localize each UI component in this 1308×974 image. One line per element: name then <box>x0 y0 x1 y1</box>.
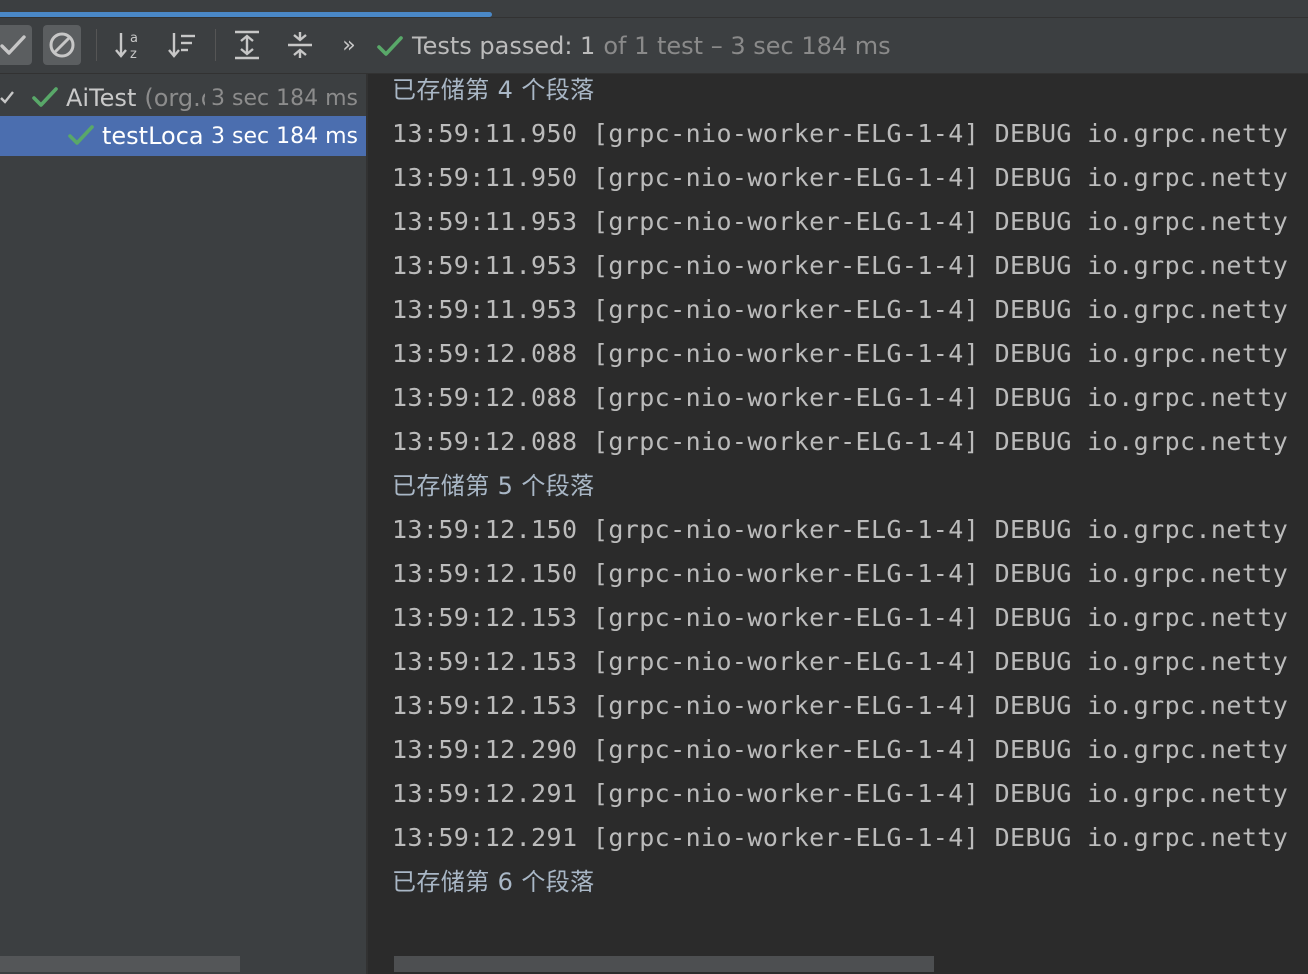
show-ignored-button[interactable] <box>43 25 81 65</box>
svg-text:z: z <box>130 47 137 61</box>
tree-node-method[interactable]: testLocalEr 3 sec 184 ms <box>0 116 366 156</box>
console-line: 13:59:11.950 [grpc-nio-worker-ELG-1-4] D… <box>392 119 1289 148</box>
prohibit-icon <box>49 32 75 58</box>
console-line: 13:59:12.088 [grpc-nio-worker-ELG-1-4] D… <box>392 427 1289 456</box>
test-method-duration: 3 sec 184 ms <box>205 123 358 149</box>
sort-duration-icon <box>168 33 195 58</box>
sort-alphabetically-button[interactable]: a z <box>110 25 148 65</box>
console-output[interactable]: 已存储第 4 个段落 13:59:11.950 [grpc-nio-worker… <box>368 74 1308 974</box>
expanded-check-icon <box>0 91 14 104</box>
show-passed-button[interactable] <box>0 25 32 65</box>
console-line: 已存储第 4 个段落 <box>392 76 595 104</box>
console-line: 13:59:12.150 [grpc-nio-worker-ELG-1-4] D… <box>392 559 1289 588</box>
more-actions-button[interactable]: » <box>330 25 368 65</box>
check-icon <box>0 35 26 55</box>
success-check-icon <box>377 36 403 56</box>
passed-check-icon <box>32 87 58 107</box>
tests-passed-label: Tests passed: 1 <box>412 32 596 60</box>
sort-by-duration-button[interactable] <box>163 25 201 65</box>
svg-text:a: a <box>130 31 138 46</box>
console-line: 13:59:11.953 [grpc-nio-worker-ELG-1-4] D… <box>392 295 1289 324</box>
expand-all-button[interactable] <box>228 25 266 65</box>
sort-alpha-icon: a z <box>115 31 138 61</box>
tree-horizontal-scrollbar[interactable] <box>0 956 240 972</box>
console-line: 13:59:12.153 [grpc-nio-worker-ELG-1-4] D… <box>392 603 1289 632</box>
test-class-name: AiTest <box>66 84 137 112</box>
console-line: 13:59:12.150 [grpc-nio-worker-ELG-1-4] D… <box>392 515 1289 544</box>
tests-summary-label: of 1 test – 3 sec 184 ms <box>603 32 891 60</box>
expand-all-icon <box>235 30 259 60</box>
console-line: 已存储第 6 个段落 <box>392 868 595 896</box>
console-line: 13:59:12.153 [grpc-nio-worker-ELG-1-4] D… <box>392 647 1289 676</box>
tree-node-class[interactable]: AiTest (org.dr 3 sec 184 ms <box>0 78 366 118</box>
console-line: 13:59:12.291 [grpc-nio-worker-ELG-1-4] D… <box>392 779 1289 808</box>
console-line: 已存储第 5 个段落 <box>392 472 595 500</box>
console-line: 13:59:12.088 [grpc-nio-worker-ELG-1-4] D… <box>392 383 1289 412</box>
console-line: 13:59:12.088 [grpc-nio-worker-ELG-1-4] D… <box>392 339 1289 368</box>
chevrons-right-icon: » <box>342 32 356 58</box>
test-runner-toolbar: a z » Tests passed: 1 of 1 test – 3 sec … <box>0 18 1308 74</box>
toolbar-separator <box>96 29 97 61</box>
console-horizontal-scrollbar[interactable] <box>394 956 934 972</box>
console-line: 13:59:12.290 [grpc-nio-worker-ELG-1-4] D… <box>392 735 1289 764</box>
passed-check-icon <box>68 125 94 145</box>
console-line: 13:59:11.953 [grpc-nio-worker-ELG-1-4] D… <box>392 207 1289 236</box>
collapse-all-icon <box>288 32 312 58</box>
test-tree: AiTest (org.dr 3 sec 184 ms testLocalEr 3… <box>0 74 366 974</box>
tool-window-tab-strip <box>0 0 1308 18</box>
console-line: 13:59:11.950 [grpc-nio-worker-ELG-1-4] D… <box>392 163 1289 192</box>
console-line: 13:59:12.291 [grpc-nio-worker-ELG-1-4] D… <box>392 823 1289 852</box>
toolbar-separator <box>215 29 216 61</box>
test-status: Tests passed: 1 of 1 test – 3 sec 184 ms <box>376 18 891 74</box>
collapse-all-button[interactable] <box>281 25 319 65</box>
console-line: 13:59:12.153 [grpc-nio-worker-ELG-1-4] D… <box>392 691 1289 720</box>
test-class-duration: 3 sec 184 ms <box>205 85 358 111</box>
console-line: 13:59:11.953 [grpc-nio-worker-ELG-1-4] D… <box>392 251 1289 280</box>
